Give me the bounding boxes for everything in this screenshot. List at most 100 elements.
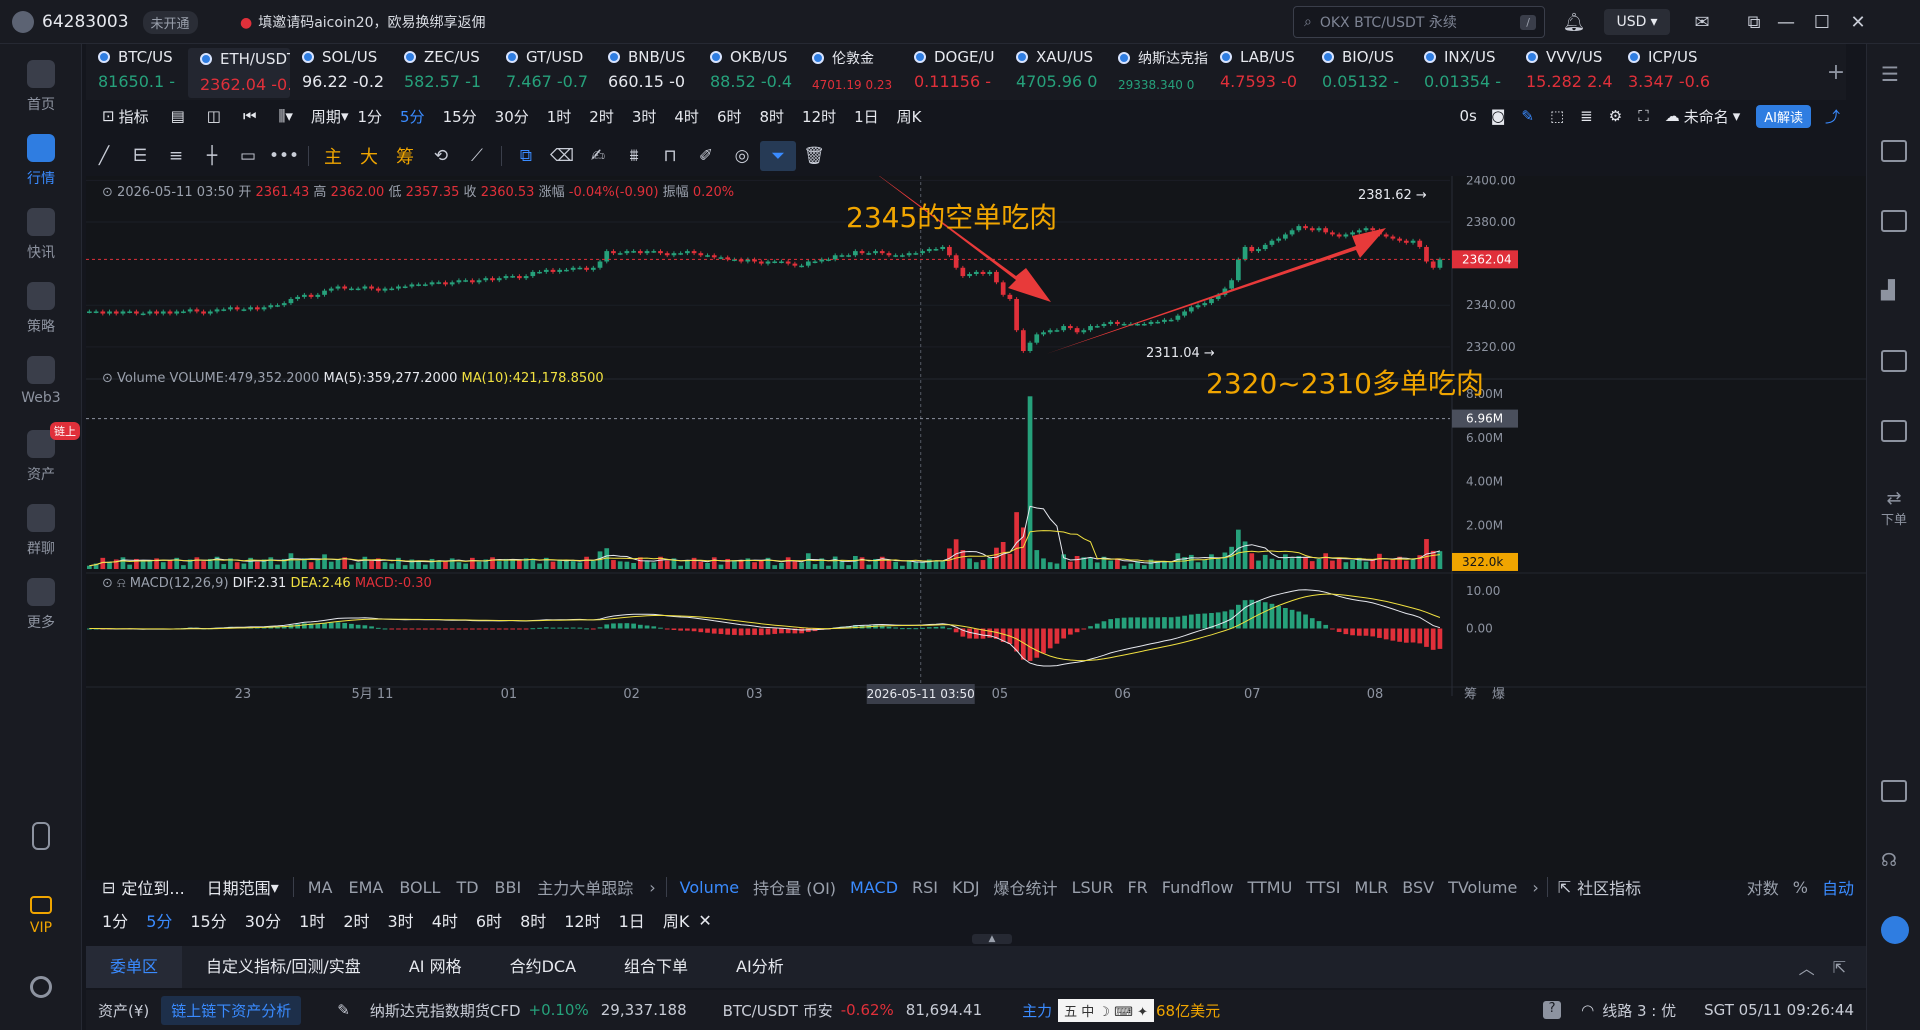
interval-option[interactable]: 2时: [589, 106, 614, 127]
period-option[interactable]: 8时: [520, 908, 546, 932]
symbol-tab[interactable]: 纳斯达克指数 29338.340 0: [1106, 48, 1208, 98]
parallel-tool-icon[interactable]: ⋿: [122, 141, 158, 171]
layout-select[interactable]: ☁ 未命名 ▾: [1665, 106, 1741, 127]
hline-tool-icon[interactable]: ┼: [194, 141, 230, 171]
sub-indicator-option[interactable]: 爆仓统计: [994, 875, 1058, 899]
main-indicator-option[interactable]: BOLL: [399, 878, 440, 897]
main-indicator-option[interactable]: BBI: [495, 878, 522, 897]
main-force-tool[interactable]: 主: [315, 141, 351, 171]
more-tools-icon[interactable]: •••: [266, 141, 302, 171]
bottom-tab[interactable]: 自定义指标/回测/实盘: [182, 946, 385, 988]
copy-icon[interactable]: ⧉: [508, 141, 544, 171]
nasdaq-name[interactable]: 纳斯达克指数期货CFD: [370, 1000, 521, 1021]
bottom-tab[interactable]: AI分析: [712, 946, 808, 988]
period-option[interactable]: 5分: [146, 908, 172, 932]
promo-banner[interactable]: ● 填邀请码aicoin20，欧易换绑享返佣: [240, 12, 486, 32]
symbol-tab[interactable]: BIO/US 0.05132 -: [1310, 48, 1412, 98]
bottom-tab[interactable]: AI 网格: [385, 946, 486, 988]
interval-option[interactable]: 30分: [495, 106, 529, 127]
bottom-tab[interactable]: 合约DCA: [486, 946, 600, 988]
select-icon[interactable]: ⬚: [1550, 107, 1564, 125]
etf-icon[interactable]: [1881, 420, 1907, 442]
period-option[interactable]: 30分: [245, 908, 281, 932]
sub-indicator-option[interactable]: TVolume: [1448, 878, 1517, 897]
close-period-icon[interactable]: ✕: [698, 911, 711, 930]
sidebar-item-chat[interactable]: 群聊: [0, 504, 82, 558]
symbol-tab[interactable]: ICP/US 3.347 -0.6: [1616, 48, 1718, 98]
btc-name[interactable]: BTC/USDT 币安: [723, 1000, 833, 1021]
interval-option[interactable]: 5分: [400, 106, 425, 127]
symbol-tab[interactable]: OKB/US 88.52 -0.4: [698, 48, 800, 98]
locate-button[interactable]: ⊟ 定位到...: [102, 875, 185, 899]
collapse-icon[interactable]: ⊙: [102, 185, 113, 200]
sidebar-phone[interactable]: [0, 822, 82, 856]
replay-icon[interactable]: ⏮: [243, 107, 257, 125]
help-icon[interactable]: ?: [1543, 1001, 1562, 1019]
interval-option[interactable]: 15分: [443, 106, 477, 127]
document-icon[interactable]: [1881, 140, 1907, 162]
period-option[interactable]: 周K: [663, 908, 690, 932]
ime-toolbar-icon[interactable]: 五 中 ☽ ⌨ ✦: [1058, 998, 1154, 1022]
lock-icon[interactable]: ⊓: [652, 141, 688, 171]
sub-indicator-option[interactable]: FR: [1127, 878, 1147, 897]
interval-option[interactable]: 12时: [802, 106, 836, 127]
chart-panel-icon[interactable]: [1881, 350, 1907, 372]
big-order-tool[interactable]: 大: [351, 141, 387, 171]
sub-indicator-option[interactable]: TTSI: [1306, 878, 1340, 897]
bot-icon[interactable]: [1881, 916, 1909, 944]
period-option[interactable]: 3时: [388, 908, 414, 932]
interval-option[interactable]: 1日: [854, 106, 879, 127]
interval-option[interactable]: 4时: [674, 106, 699, 127]
share-icon[interactable]: ⤴: [1825, 106, 1840, 127]
symbol-tab[interactable]: VVV/US 15.282 2.4: [1514, 48, 1616, 98]
sub-indicator-option[interactable]: TTMU: [1248, 878, 1293, 897]
hlines-tool-icon[interactable]: ≡: [158, 141, 194, 171]
sub-indicator-option[interactable]: KDJ: [952, 878, 980, 897]
bell-icon[interactable]: ⍾: [117, 576, 126, 591]
edit-icon[interactable]: ✎: [337, 1001, 350, 1019]
gear-icon[interactable]: ⚙: [1609, 107, 1622, 125]
chart-type-icon[interactable]: ⫼▾: [278, 107, 292, 125]
indicators-button[interactable]: ⊡ 指标: [102, 106, 149, 127]
popout-icon[interactable]: ⇱: [1833, 958, 1846, 977]
currency-select[interactable]: USD ▾: [1604, 9, 1670, 35]
sub-indicator-option[interactable]: Fundflow: [1162, 878, 1234, 897]
interval-option[interactable]: 8时: [759, 106, 784, 127]
eraser-icon[interactable]: ⌫: [544, 141, 580, 171]
main-indicator-option[interactable]: 主力大单跟踪: [537, 875, 633, 899]
auto-scale-toggle[interactable]: 自动: [1822, 875, 1854, 899]
settings-list-icon[interactable]: ≣: [1580, 107, 1593, 125]
symbol-tab[interactable]: BTC/US 81650.1 -: [86, 48, 188, 98]
annotation-short[interactable]: 2345的空单吃肉: [846, 196, 1057, 236]
collapse-icon[interactable]: ⊙: [102, 371, 113, 386]
collapse-icon[interactable]: ⊙: [102, 576, 113, 591]
vip-status-pill[interactable]: 未开通: [142, 10, 198, 34]
log-scale-toggle[interactable]: 对数: [1747, 875, 1779, 899]
asset-analysis-button[interactable]: 链上链下资产分析: [161, 995, 302, 1025]
symbol-tab[interactable]: ZEC/US 582.57 -1: [392, 48, 494, 98]
symbol-tab[interactable]: LAB/US 4.7593 -0: [1208, 48, 1310, 98]
period-option[interactable]: 6时: [476, 908, 502, 932]
main-indicator-option[interactable]: EMA: [348, 878, 383, 897]
signal-icon[interactable]: ▟: [1881, 280, 1907, 302]
camera-icon[interactable]: ◙: [1491, 107, 1506, 125]
panel-toggle-icon[interactable]: ▲: [972, 934, 1012, 944]
sidebar-item-strategy[interactable]: 策略: [0, 282, 82, 336]
symbol-tab[interactable]: ETH/USDT永续 2362.04 -0.32%: [188, 48, 290, 98]
add-symbol-icon[interactable]: +: [1822, 58, 1850, 86]
maximize-icon[interactable]: ☐: [1808, 8, 1836, 36]
rect-tool-icon[interactable]: ▭: [230, 141, 266, 171]
sub-indicator-option[interactable]: LSUR: [1072, 878, 1114, 897]
chips-tool[interactable]: 筹: [387, 141, 423, 171]
interval-option[interactable]: 1分: [357, 106, 382, 127]
interval-option[interactable]: 1时: [547, 106, 572, 127]
interval-option[interactable]: 周K: [897, 106, 922, 127]
headset-icon[interactable]: ☊: [1881, 850, 1907, 872]
compare-icon[interactable]: ◫: [207, 107, 221, 125]
close-icon[interactable]: ✕: [1844, 8, 1872, 36]
period-option[interactable]: 2时: [343, 908, 369, 932]
sidebar-item-news[interactable]: 快讯: [0, 208, 82, 262]
collapse-panel-icon[interactable]: ︿: [1799, 955, 1815, 979]
period-option[interactable]: 1分: [102, 908, 128, 932]
percent-scale-toggle[interactable]: %: [1793, 878, 1808, 897]
